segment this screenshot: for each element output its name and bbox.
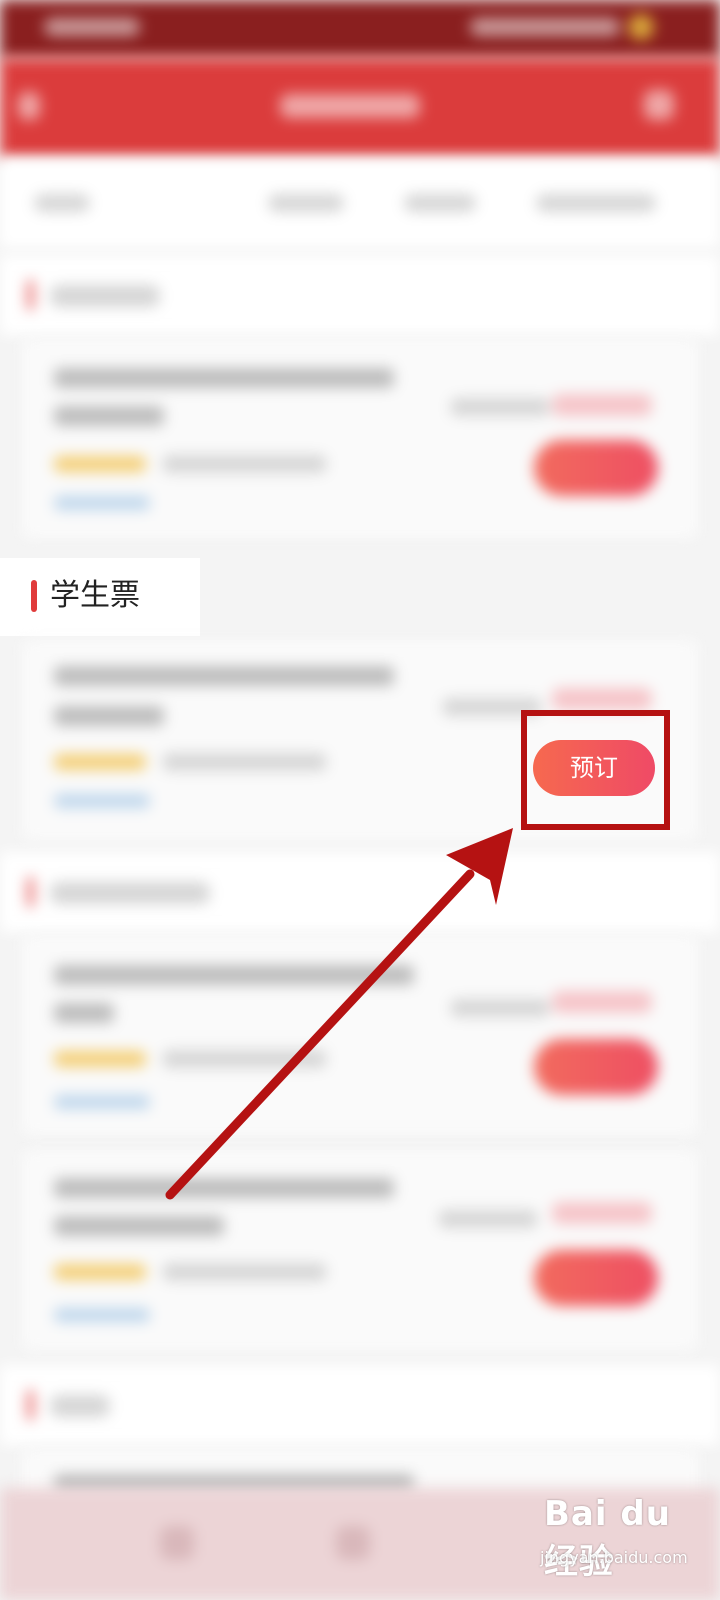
filter-date[interactable]	[34, 194, 90, 212]
watermark: Bai du 经验 jingyan.baidu.com	[540, 1488, 710, 1582]
section-marker	[31, 580, 37, 612]
filter-row	[0, 158, 720, 248]
section-title-1	[50, 285, 160, 307]
section-head-3	[0, 852, 720, 932]
section-head-4	[0, 1365, 720, 1445]
watermark-logo: Bai du 经验	[544, 1494, 671, 1582]
section-marker	[28, 280, 33, 310]
status-time	[44, 18, 140, 36]
filter-option-1[interactable]	[268, 194, 344, 212]
bottom-icon-2[interactable]	[336, 1526, 370, 1560]
nav-bar	[0, 58, 720, 158]
section-title-4	[50, 1395, 110, 1417]
menu-icon[interactable]	[644, 90, 674, 120]
filter-option-2[interactable]	[404, 194, 476, 212]
bottom-icon-1[interactable]	[160, 1526, 194, 1560]
highlight-box	[521, 710, 670, 830]
watermark-url: jingyan.baidu.com	[540, 1548, 688, 1567]
ticket-card-1[interactable]	[22, 338, 698, 538]
ticket-card-3[interactable]	[22, 935, 698, 1135]
section-title: 学生票	[50, 578, 140, 613]
section-head-1	[0, 255, 720, 335]
status-bar	[0, 0, 720, 58]
status-icons	[470, 18, 620, 36]
filter-option-3[interactable]	[536, 194, 656, 212]
nav-title	[280, 94, 420, 118]
section-marker	[28, 1390, 33, 1420]
ticket-card-4[interactable]	[22, 1150, 698, 1350]
section-marker	[28, 877, 33, 907]
back-icon[interactable]	[18, 92, 40, 120]
status-dot	[628, 14, 654, 40]
section-title-3	[50, 882, 210, 904]
